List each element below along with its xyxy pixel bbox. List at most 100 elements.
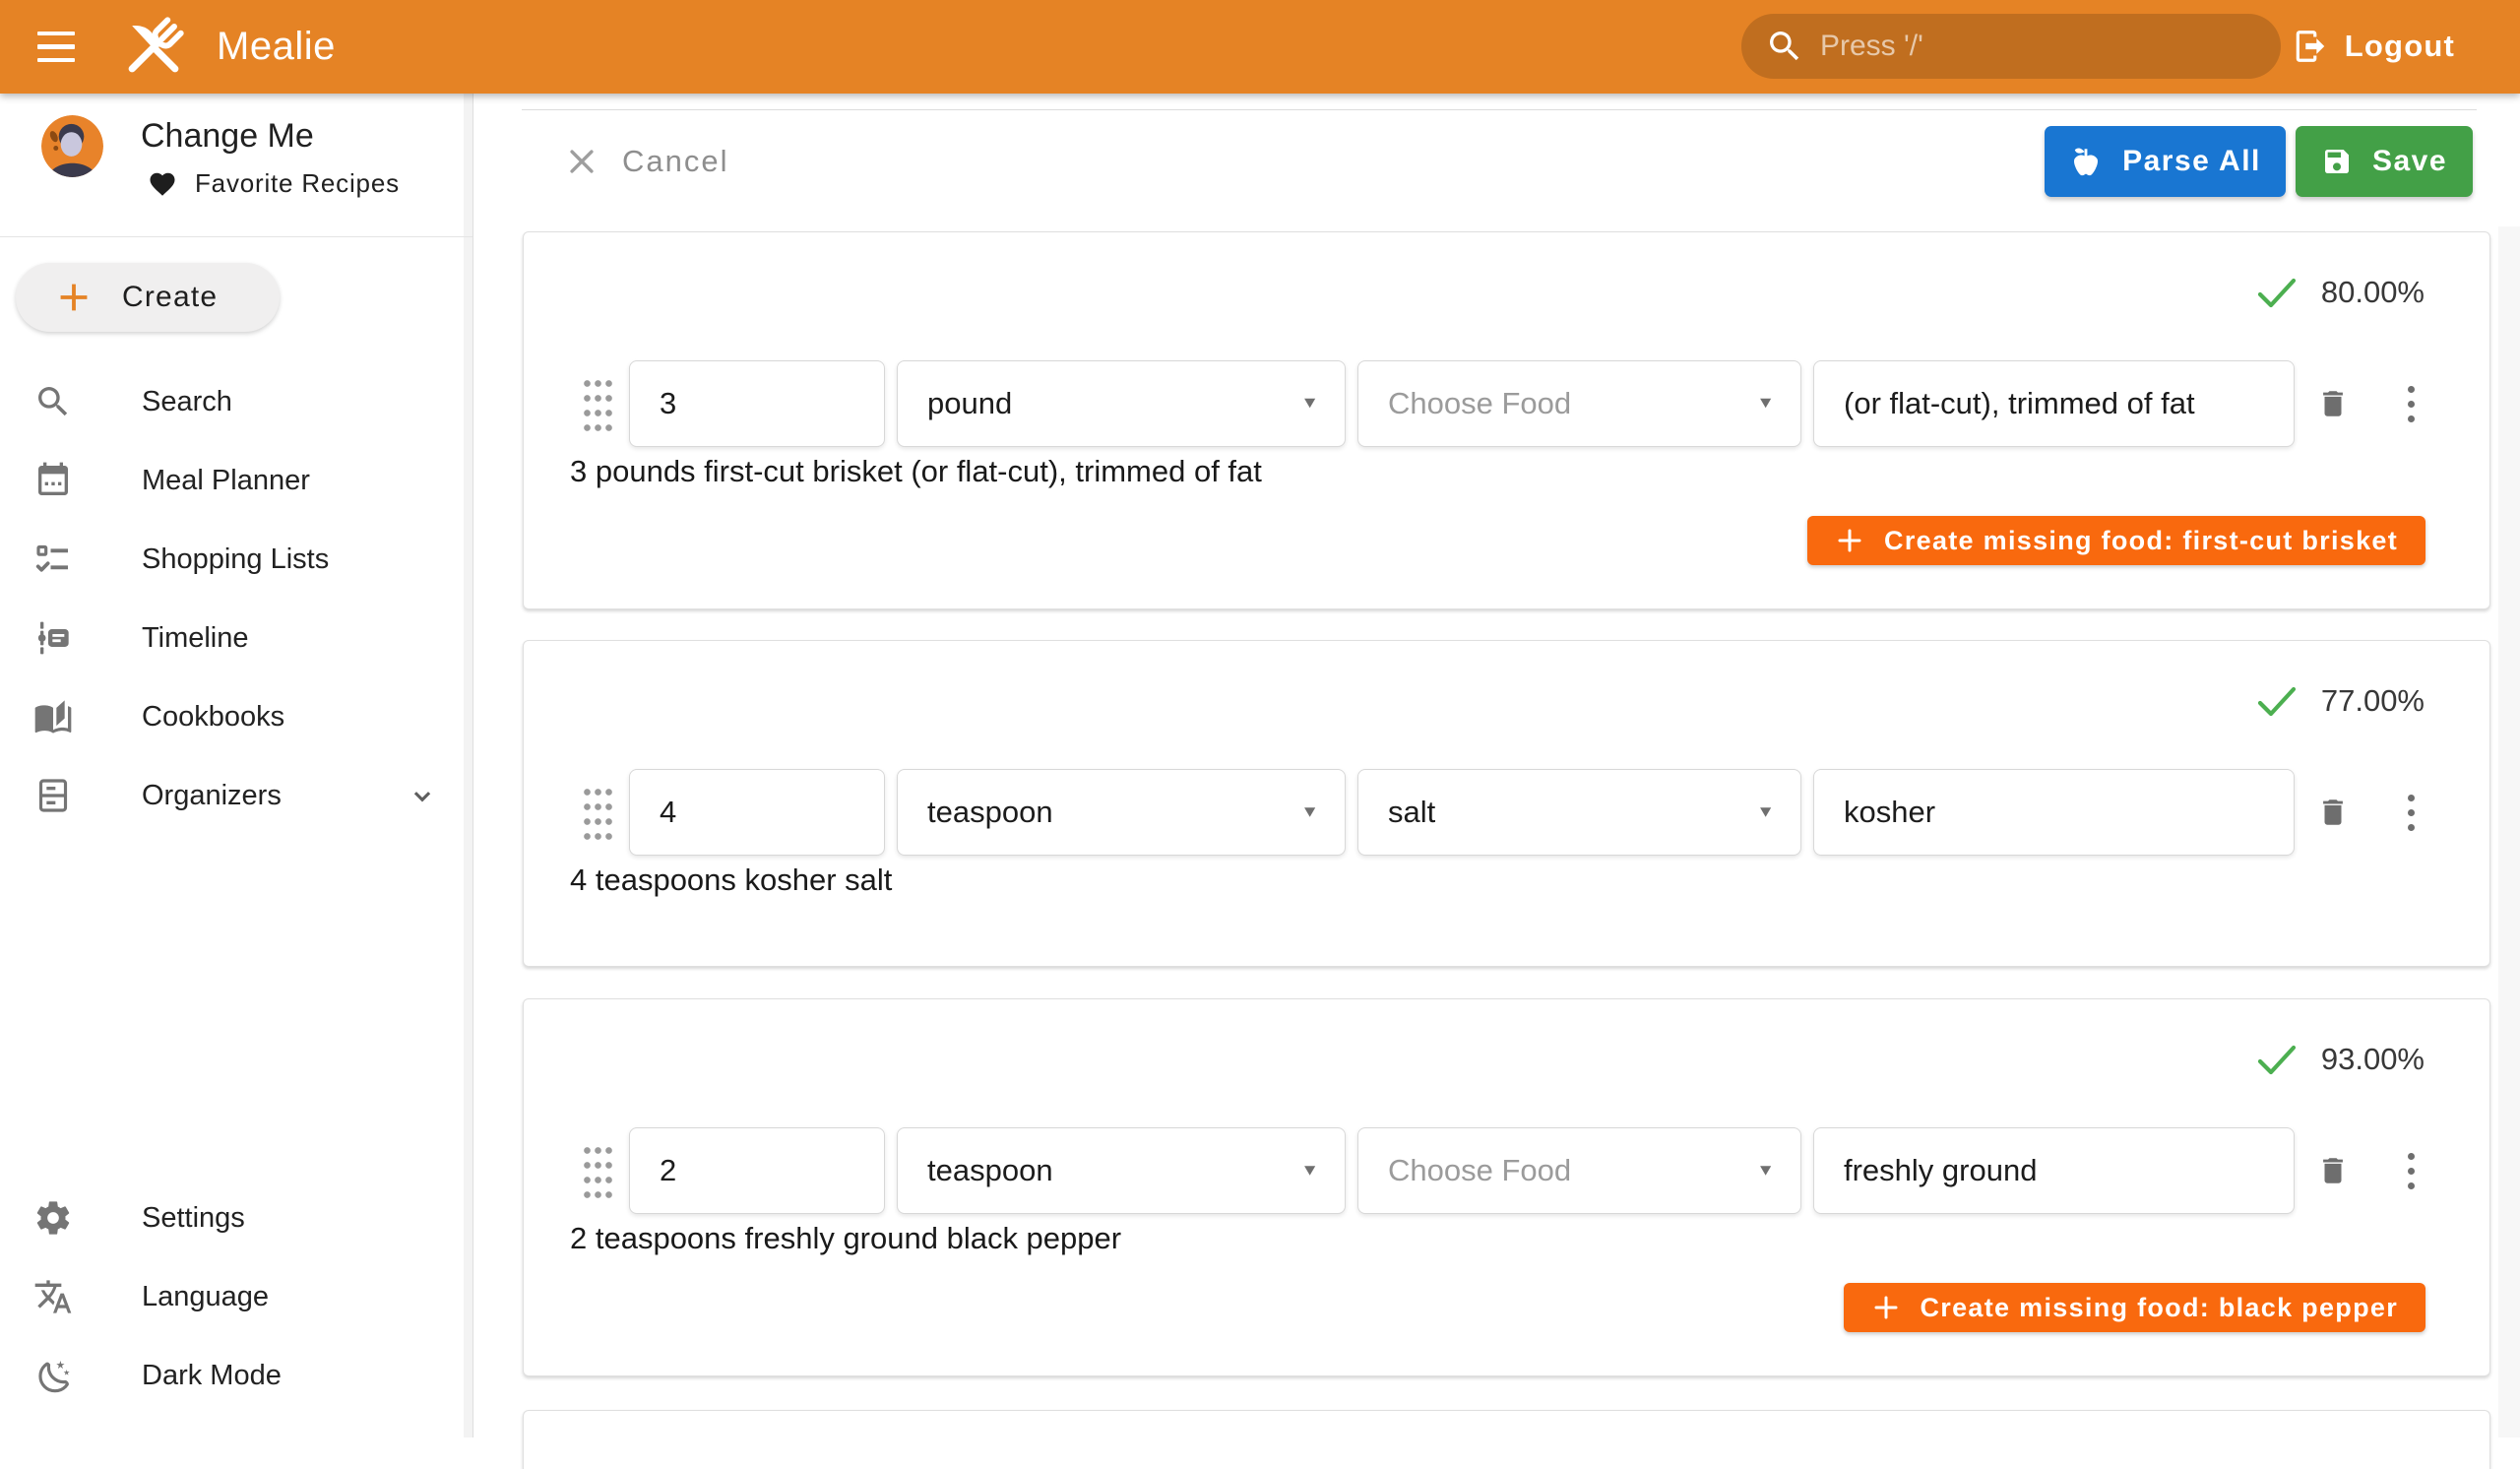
confidence-percent: 80.00%: [2321, 275, 2425, 310]
ingredient-card: 80.00% pound Choose Food 3 pounds first-…: [523, 231, 2490, 609]
food-placeholder: Choose Food: [1388, 1153, 1571, 1188]
food-select[interactable]: Choose Food: [1357, 360, 1801, 447]
sidebar-item-settings[interactable]: Settings: [0, 1179, 472, 1257]
sidebar-nav: Search Meal Planner Shopping Lists: [0, 362, 472, 835]
trash-icon: [2316, 1154, 2350, 1187]
cancel-button[interactable]: Cancel: [565, 144, 729, 179]
confidence-percent: 77.00%: [2321, 683, 2425, 719]
food-select[interactable]: Choose Food: [1357, 1127, 1801, 1214]
sidebar-item-dark-mode[interactable]: Dark Mode: [0, 1336, 472, 1415]
sidebar-item-label: Dark Mode: [142, 1360, 282, 1392]
confidence-indicator: 80.00%: [2254, 270, 2425, 315]
delete-ingredient-button[interactable]: [2310, 374, 2356, 433]
check-icon: [2254, 1037, 2300, 1082]
quantity-input[interactable]: [629, 769, 885, 856]
moon-icon: [33, 1356, 73, 1395]
note-input[interactable]: [1813, 360, 2295, 447]
favorite-recipes-label: Favorite Recipes: [195, 168, 400, 199]
trash-icon: [2316, 387, 2350, 420]
ingredient-editor-row: teaspoon Choose Food: [581, 1127, 2430, 1214]
delete-ingredient-button[interactable]: [2310, 783, 2356, 842]
sidebar-item-organizers[interactable]: Organizers: [0, 756, 472, 835]
plus-icon: [51, 275, 96, 320]
sidebar-item-cookbooks[interactable]: Cookbooks: [0, 677, 472, 756]
ingredient-card: 77.00% teaspoon salt 4 teaspoons kosher …: [523, 640, 2490, 967]
chevron-down-icon: [406, 779, 439, 812]
sidebar-item-label: Settings: [142, 1202, 245, 1235]
drag-handle-icon[interactable]: [581, 783, 613, 842]
kebab-icon: [2408, 795, 2415, 831]
favorite-recipes-link[interactable]: Favorite Recipes: [148, 168, 400, 199]
unit-select[interactable]: teaspoon: [897, 769, 1346, 856]
timeline-icon: [33, 618, 73, 658]
logout-icon: [2292, 28, 2329, 65]
note-input[interactable]: [1813, 1127, 2295, 1214]
main-scrollbar[interactable]: [2498, 226, 2520, 1437]
sidebar-item-language[interactable]: Language: [0, 1257, 472, 1336]
gear-icon: [33, 1198, 73, 1238]
parse-all-button[interactable]: Parse All: [2045, 126, 2286, 197]
sidebar-item-label: Organizers: [142, 780, 282, 812]
original-ingredient-text: 3 pounds first-cut brisket (or flat-cut)…: [570, 451, 1262, 492]
create-label: Create: [122, 281, 218, 314]
save-icon: [2321, 146, 2353, 177]
quantity-input[interactable]: [629, 1127, 885, 1214]
save-label: Save: [2372, 145, 2447, 178]
cancel-label: Cancel: [622, 144, 729, 179]
ingredient-editor-row: pound Choose Food: [581, 360, 2430, 447]
section-divider: [522, 109, 2477, 110]
more-options-button[interactable]: [2391, 783, 2430, 842]
sidebar-item-timeline[interactable]: Timeline: [0, 599, 472, 677]
more-options-button[interactable]: [2391, 374, 2430, 433]
plus-icon: [1871, 1293, 1901, 1322]
confidence-percent: 93.00%: [2321, 1042, 2425, 1077]
sidebar-item-label: Shopping Lists: [142, 543, 329, 576]
search-input[interactable]: [1820, 30, 2234, 63]
avatar[interactable]: [41, 115, 103, 177]
sidebar-item-label: Language: [142, 1281, 269, 1313]
ingredient-parser-page: Cancel Parse All Save 80.00%: [473, 94, 2520, 1437]
book-icon: [33, 697, 73, 736]
check-icon: [2254, 678, 2300, 724]
heart-icon: [148, 169, 177, 199]
create-missing-food-button[interactable]: Create missing food: first-cut brisket: [1807, 516, 2426, 565]
sidebar-item-label: Search: [142, 386, 232, 418]
sidebar-item-meal-planner[interactable]: Meal Planner: [0, 441, 472, 520]
create-missing-food-button[interactable]: Create missing food: black pepper: [1844, 1283, 2426, 1332]
drag-handle-icon[interactable]: [581, 374, 613, 433]
trash-icon: [2316, 796, 2350, 829]
calendar-icon: [33, 461, 73, 500]
food-value: salt: [1388, 795, 1435, 830]
create-missing-food-label: Create missing food: black pepper: [1921, 1293, 2399, 1323]
hamburger-menu-icon[interactable]: [22, 13, 91, 82]
food-select[interactable]: salt: [1357, 769, 1801, 856]
create-missing-food-label: Create missing food: first-cut brisket: [1884, 526, 2398, 556]
parser-toolbar: Cancel Parse All Save: [523, 126, 2473, 197]
profile-section: Change Me Favorite Recipes: [0, 94, 472, 236]
unit-select[interactable]: teaspoon: [897, 1127, 1346, 1214]
create-button[interactable]: Create: [16, 263, 280, 332]
unit-value: teaspoon: [927, 1153, 1053, 1188]
logout-label: Logout: [2345, 29, 2455, 64]
plus-icon: [1835, 526, 1864, 555]
logout-button[interactable]: Logout: [2282, 14, 2465, 79]
original-ingredient-text: 2 teaspoons freshly ground black pepper: [570, 1218, 1121, 1259]
sidebar-item-shopping-lists[interactable]: Shopping Lists: [0, 520, 472, 599]
sidebar-item-label: Cookbooks: [142, 701, 284, 734]
quantity-input[interactable]: [629, 360, 885, 447]
checklist-icon: [33, 540, 73, 579]
appbar: Mealie Logout: [0, 0, 2520, 94]
unit-value: pound: [927, 386, 1012, 421]
delete-ingredient-button[interactable]: [2310, 1141, 2356, 1200]
more-options-button[interactable]: [2391, 1141, 2430, 1200]
drag-handle-icon[interactable]: [581, 1141, 613, 1200]
ingredient-card: 93.00% teaspoon Choose Food 2 teaspoons …: [523, 998, 2490, 1376]
sidebar-item-search[interactable]: Search: [0, 362, 472, 441]
save-button[interactable]: Save: [2296, 126, 2473, 197]
unit-select[interactable]: pound: [897, 360, 1346, 447]
global-search[interactable]: [1741, 14, 2281, 79]
close-icon: [565, 145, 598, 178]
sidebar-divider: [0, 236, 472, 237]
note-input[interactable]: [1813, 769, 2295, 856]
parse-all-label: Parse All: [2122, 145, 2261, 178]
